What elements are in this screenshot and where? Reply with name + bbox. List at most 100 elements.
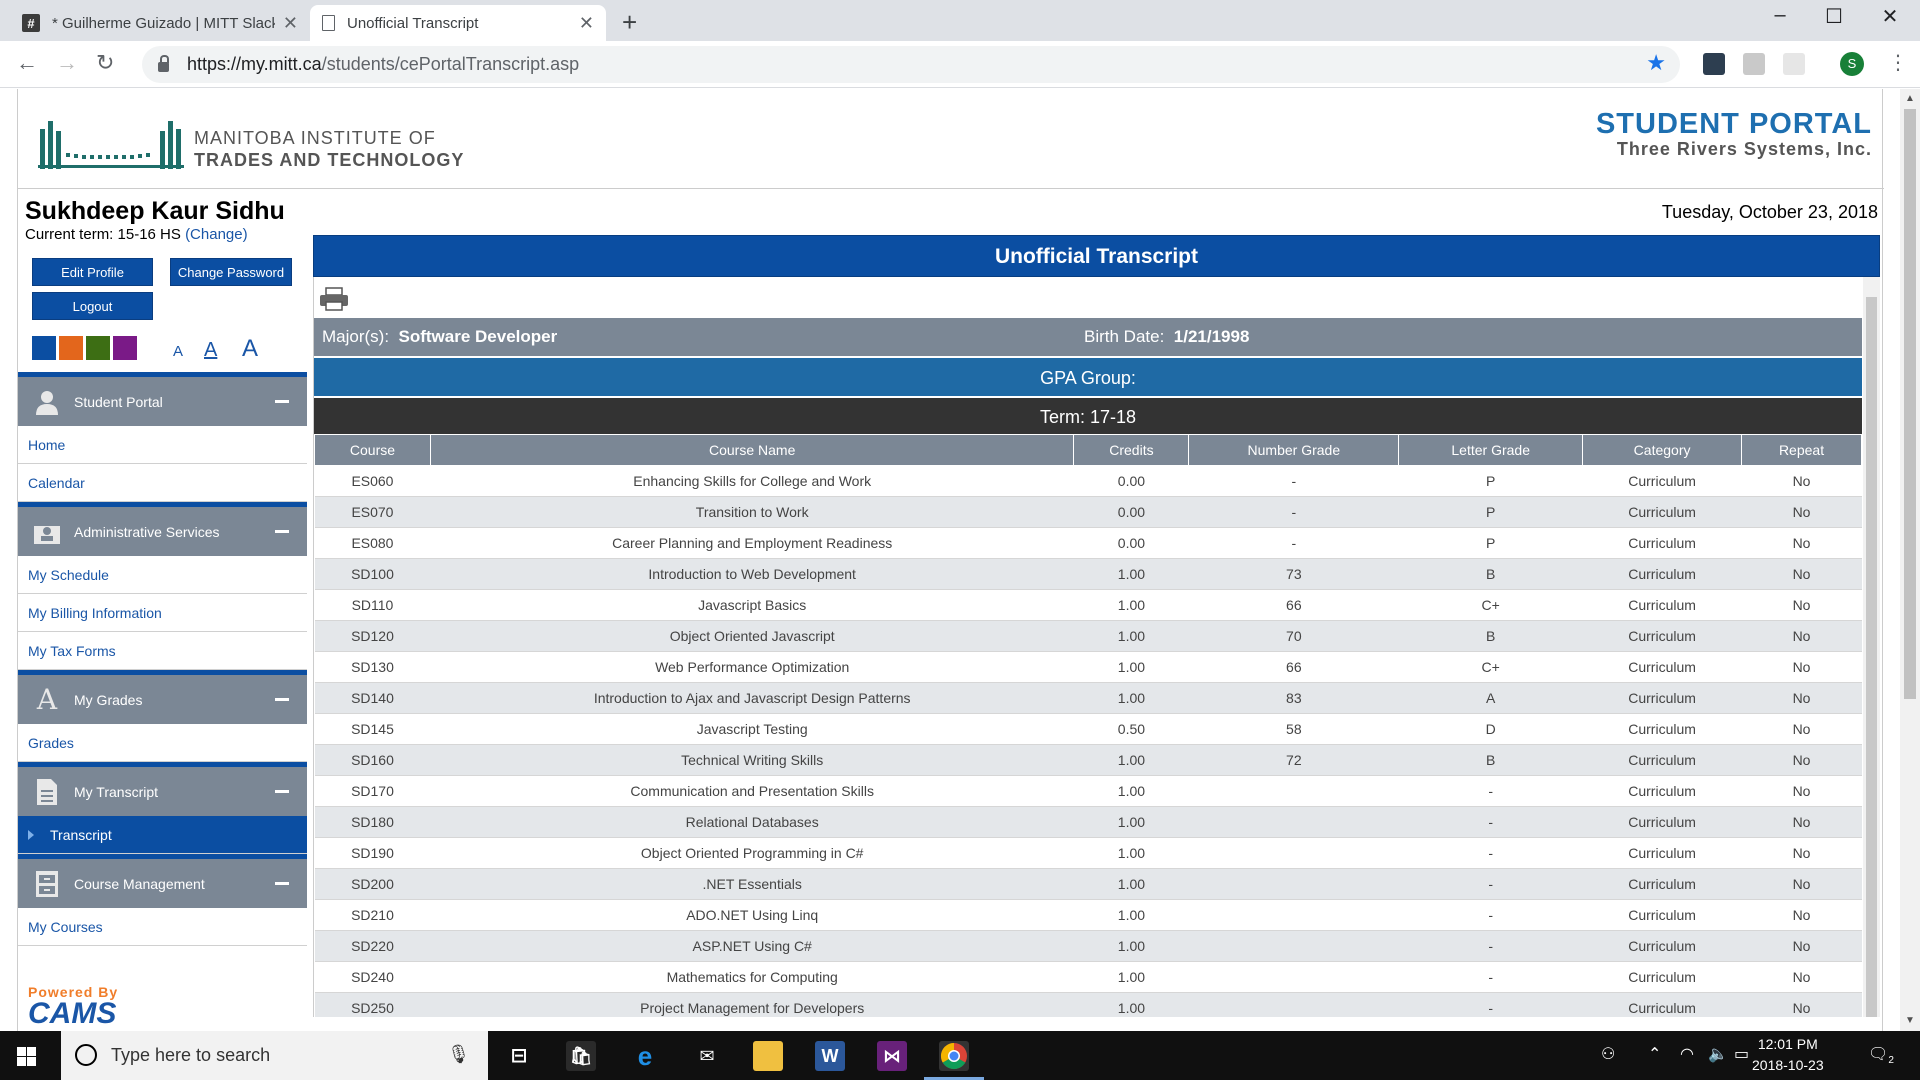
sidebar-item-my-courses[interactable]: My Courses <box>18 908 307 946</box>
sidebar-section-my-transcript[interactable]: My Transcript <box>18 762 307 816</box>
reload-icon[interactable]: ↻ <box>96 50 114 76</box>
sidebar-section-my-grades[interactable]: A My Grades <box>18 670 307 724</box>
tab-slack[interactable]: # * Guilherme Guizado | MITT Slack ✕ <box>10 5 310 41</box>
font-size-small[interactable]: A <box>173 343 183 360</box>
store-icon[interactable]: 🛍 <box>566 1041 596 1071</box>
notifications-icon[interactable]: 🗨2 <box>1868 1044 1894 1066</box>
collapse-icon[interactable] <box>275 400 289 403</box>
sidebar-item-my-billing[interactable]: My Billing Information <box>18 594 307 632</box>
close-icon[interactable]: ✕ <box>283 13 298 34</box>
institute-name: MANITOBA INSTITUTE OF TRADES AND TECHNOL… <box>194 127 464 171</box>
taskbar-search-input[interactable]: Type here to search 🎙 <box>61 1031 488 1080</box>
profile-avatar[interactable]: S <box>1840 52 1864 76</box>
repeat-cell: No <box>1741 496 1862 528</box>
inner-scrollbar[interactable] <box>1863 277 1880 1017</box>
major-field: Major(s): Software Developer <box>322 327 557 347</box>
collapse-icon[interactable] <box>275 790 289 793</box>
current-term: Current term: 15-16 HS (Change) <box>25 226 248 243</box>
battery-icon[interactable]: ▭ <box>1734 1044 1749 1064</box>
edit-profile-button[interactable]: Edit Profile <box>32 258 153 286</box>
extension-icon[interactable] <box>1703 53 1725 75</box>
page-scrollbar[interactable]: ▲ ▼ <box>1900 89 1920 1031</box>
theme-purple-swatch[interactable] <box>113 336 137 360</box>
scroll-down-icon[interactable]: ▼ <box>1905 1015 1915 1026</box>
scroll-up-icon[interactable]: ▲ <box>1905 93 1915 104</box>
cabinet-icon <box>32 869 62 899</box>
number-grade-cell <box>1188 930 1399 962</box>
printer-icon[interactable] <box>318 287 350 311</box>
number-grade-cell: - <box>1188 496 1399 528</box>
logout-button[interactable]: Logout <box>32 292 153 320</box>
sidebar-item-my-schedule[interactable]: My Schedule <box>18 556 307 594</box>
sidebar-section-title: Course Management <box>74 875 205 892</box>
file-explorer-icon[interactable] <box>753 1041 783 1071</box>
category-cell: Curriculum <box>1582 620 1742 652</box>
number-grade-cell: 58 <box>1188 713 1399 745</box>
extension-icon[interactable] <box>1743 53 1765 75</box>
credits-cell: 0.00 <box>1073 527 1189 559</box>
volume-icon[interactable]: 🔈 <box>1708 1044 1728 1064</box>
font-size-large[interactable]: A <box>242 335 258 363</box>
number-grade-cell: 66 <box>1188 589 1399 621</box>
back-icon[interactable]: ← <box>16 50 38 76</box>
change-password-button[interactable]: Change Password <box>170 258 292 286</box>
microphone-icon[interactable]: 🎙 <box>447 1044 470 1065</box>
table-row: SD210 ADO.NET Using Linq 1.00 - Curriculum No <box>314 899 1862 931</box>
theme-green-swatch[interactable] <box>86 336 110 360</box>
system-clock[interactable]: 12:01 PM 2018-10-23 <box>1752 1034 1824 1076</box>
chrome-icon[interactable] <box>939 1041 969 1071</box>
scrollbar-thumb[interactable] <box>1866 297 1877 1017</box>
category-cell: Curriculum <box>1582 806 1742 838</box>
sidebar-item-my-tax-forms[interactable]: My Tax Forms <box>18 632 307 670</box>
edge-icon[interactable]: e <box>630 1041 660 1071</box>
change-term-link[interactable]: (Change) <box>185 226 248 243</box>
extension-icon[interactable] <box>1783 53 1805 75</box>
sidebar-section-administrative-services[interactable]: Administrative Services <box>18 502 307 556</box>
close-icon[interactable]: ✕ <box>579 13 594 34</box>
course-name-cell: Introduction to Ajax and Javascript Desi… <box>430 682 1074 714</box>
minimize-button[interactable]: – <box>1752 4 1808 27</box>
course-code-cell: ES070 <box>314 496 431 528</box>
course-name-cell: Enhancing Skills for College and Work <box>430 465 1074 497</box>
collapse-icon[interactable] <box>275 882 289 885</box>
portal-header: MANITOBA INSTITUTE OF TRADES AND TECHNOL… <box>18 89 1884 189</box>
letter-grade-cell: - <box>1398 992 1583 1017</box>
bookmark-star-icon[interactable]: ★ <box>1646 50 1666 76</box>
sidebar-item-calendar[interactable]: Calendar <box>18 464 307 502</box>
birth-date-label: Birth Date: <box>1084 327 1165 346</box>
address-bar[interactable]: https://my.mitt.ca/students/cePortalTran… <box>142 46 1680 83</box>
theme-orange-swatch[interactable] <box>59 336 83 360</box>
word-icon[interactable]: W <box>815 1041 845 1071</box>
sidebar-item-transcript[interactable]: Transcript <box>18 816 307 854</box>
sidebar-item-grades[interactable]: Grades <box>18 724 307 762</box>
sidebar-section-student-portal[interactable]: Student Portal <box>18 372 307 426</box>
sidebar-item-home[interactable]: Home <box>18 426 307 464</box>
collapse-icon[interactable] <box>275 698 289 701</box>
theme-blue-swatch[interactable] <box>32 336 56 360</box>
maximize-button[interactable]: ☐ <box>1806 4 1862 29</box>
page-title: Unofficial Transcript <box>313 235 1880 277</box>
collapse-icon[interactable] <box>275 530 289 533</box>
birth-date-value: 1/21/1998 <box>1173 327 1250 346</box>
wifi-icon[interactable]: ◠ <box>1680 1044 1694 1064</box>
windows-start-icon[interactable] <box>17 1047 36 1066</box>
mail-icon[interactable]: ✉ <box>692 1041 722 1071</box>
menu-icon[interactable]: ⋮ <box>1888 50 1908 75</box>
chevron-up-icon[interactable]: ⌃ <box>1648 1044 1661 1064</box>
credits-cell: 1.00 <box>1073 744 1189 776</box>
visual-studio-icon[interactable]: ⋈ <box>877 1041 907 1071</box>
tab-transcript[interactable]: Unofficial Transcript ✕ <box>310 5 606 41</box>
credits-cell: 1.00 <box>1073 992 1189 1017</box>
number-grade-cell <box>1188 961 1399 993</box>
new-tab-button[interactable]: + <box>622 7 637 38</box>
sidebar-section-course-management[interactable]: Course Management <box>18 854 307 908</box>
scrollbar-thumb[interactable] <box>1904 109 1916 699</box>
transcript-scroll-area[interactable]: Major(s): Software Developer Birth Date:… <box>313 277 1880 1017</box>
credits-cell: 1.00 <box>1073 806 1189 838</box>
gpa-group-row: GPA Group: <box>314 356 1862 396</box>
task-view-icon[interactable]: ⊟ <box>504 1041 534 1071</box>
font-size-medium[interactable]: A <box>204 339 217 362</box>
close-window-button[interactable]: ✕ <box>1862 4 1918 29</box>
forward-icon[interactable]: → <box>56 50 78 76</box>
people-icon[interactable]: ⚇ <box>1601 1044 1615 1064</box>
